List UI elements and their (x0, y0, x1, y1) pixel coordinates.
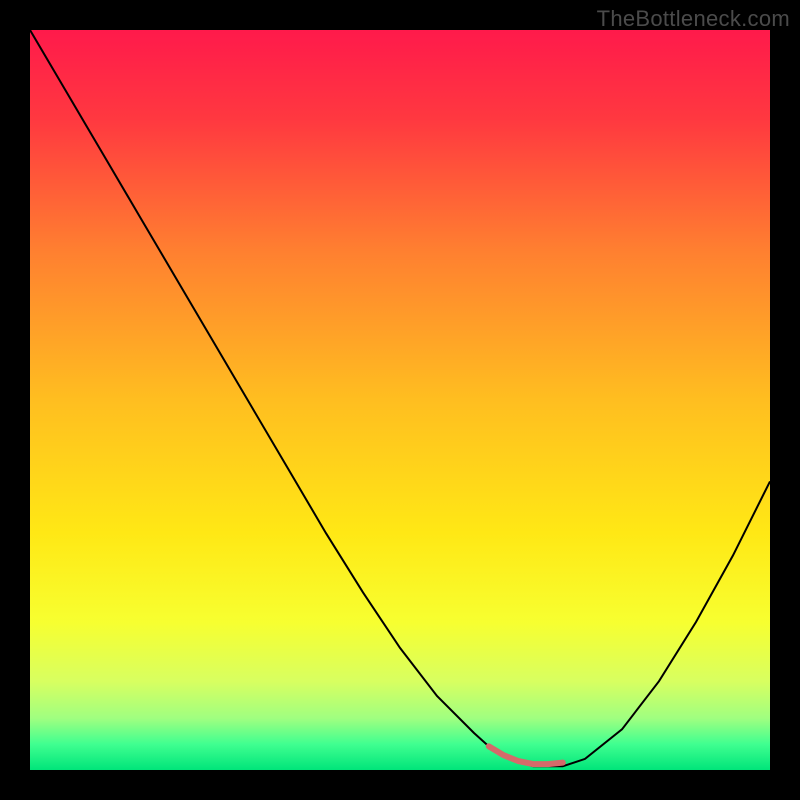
watermark-label: TheBottleneck.com (597, 6, 790, 32)
bottleneck-chart (30, 30, 770, 770)
gradient-background (30, 30, 770, 770)
chart-container: TheBottleneck.com (0, 0, 800, 800)
